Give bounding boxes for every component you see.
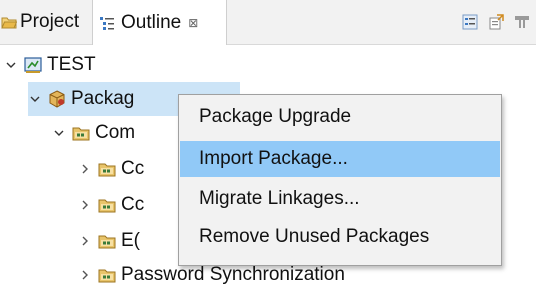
tree-item-e[interactable]: E( bbox=[78, 224, 140, 258]
menu-item-label: Migrate Linkages... bbox=[199, 188, 360, 209]
chevron-down-icon[interactable] bbox=[28, 92, 42, 106]
menu-item-label: Import Package... bbox=[199, 148, 348, 169]
tree-item-label: E( bbox=[121, 230, 140, 251]
chevron-right-icon[interactable] bbox=[78, 234, 92, 248]
menu-item-label: Remove Unused Packages bbox=[199, 226, 430, 247]
tab-outline[interactable]: Outline ⊠ bbox=[92, 0, 227, 45]
folder-icon bbox=[98, 266, 116, 284]
tab-project[interactable]: Project bbox=[0, 0, 92, 44]
chevron-right-icon[interactable] bbox=[78, 198, 92, 212]
view-tab-bar: Project Outline ⊠ bbox=[0, 0, 536, 45]
folder-icon bbox=[98, 196, 116, 214]
filter-icon[interactable] bbox=[512, 12, 532, 32]
tree-item-label: Cc bbox=[121, 158, 145, 179]
context-menu: Package Upgrade Import Package... Migrat… bbox=[178, 94, 502, 266]
folder-icon bbox=[98, 232, 116, 250]
tree-item-label: Com bbox=[95, 122, 136, 143]
tree-item-label: Password Synchronization bbox=[121, 264, 345, 285]
tab-outline-label: Outline bbox=[121, 11, 182, 33]
tree-item-c1[interactable]: Cc bbox=[78, 152, 144, 186]
chevron-down-icon[interactable] bbox=[4, 58, 18, 72]
menu-item-label: Package Upgrade bbox=[199, 106, 352, 127]
menu-item-import-package[interactable]: Import Package... bbox=[180, 141, 500, 177]
folder-icon bbox=[98, 160, 116, 178]
menu-item-remove-unused-packages[interactable]: Remove Unused Packages bbox=[180, 219, 500, 255]
menu-item-package-upgrade[interactable]: Package Upgrade bbox=[180, 99, 500, 135]
tree-item-c2[interactable]: Cc bbox=[78, 188, 144, 222]
tree-item-label: Packag bbox=[71, 88, 135, 109]
tree-item-com[interactable]: Com bbox=[52, 116, 135, 150]
folder-icon bbox=[72, 124, 90, 142]
outline-icon bbox=[99, 15, 115, 31]
tree-item-test[interactable]: TEST bbox=[4, 48, 96, 82]
view-toolbar bbox=[460, 0, 536, 44]
tree-item-label: TEST bbox=[47, 54, 96, 75]
close-tab-icon[interactable]: ⊠ bbox=[188, 16, 198, 30]
package-icon bbox=[48, 90, 66, 108]
chevron-down-icon[interactable] bbox=[52, 126, 66, 140]
chevron-right-icon[interactable] bbox=[78, 162, 92, 176]
project-explorer-icon bbox=[1, 14, 17, 30]
link-editor-icon[interactable] bbox=[486, 12, 506, 32]
chevron-right-icon[interactable] bbox=[78, 268, 92, 282]
tab-project-label: Project bbox=[20, 11, 80, 32]
test-project-icon bbox=[24, 56, 42, 74]
menu-item-migrate-linkages[interactable]: Migrate Linkages... bbox=[180, 181, 500, 217]
collapse-all-icon[interactable] bbox=[460, 12, 480, 32]
tree-item-label: Cc bbox=[121, 194, 145, 215]
